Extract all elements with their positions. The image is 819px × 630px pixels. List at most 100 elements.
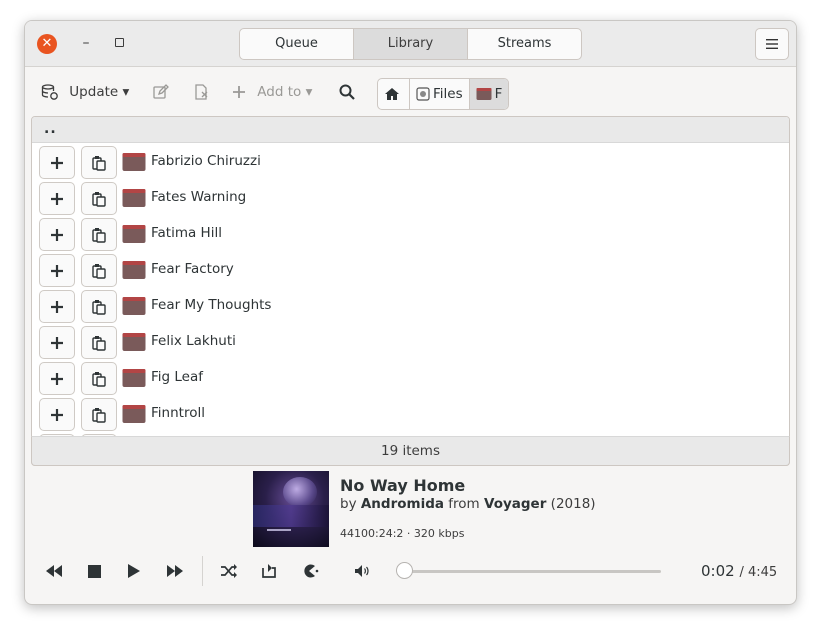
tab-library[interactable]: Library <box>354 29 468 59</box>
cover-planet-art <box>283 477 317 507</box>
replace-queue-icon <box>92 407 106 423</box>
tab-streams[interactable]: Streams <box>468 29 581 59</box>
folder-row[interactable]: Fates Warning <box>32 180 789 216</box>
plus-icon <box>51 300 63 313</box>
shuffle-button[interactable] <box>218 562 240 580</box>
search-button[interactable] <box>338 81 356 103</box>
folder-icon-wrap <box>122 260 146 284</box>
folder-icon <box>122 405 146 423</box>
replace-queue-button[interactable] <box>81 146 117 179</box>
replace-queue-button[interactable] <box>81 362 117 395</box>
track-title: No Way Home <box>340 476 466 495</box>
path-home-button[interactable] <box>378 79 410 109</box>
path-files-button[interactable]: Files <box>410 79 470 109</box>
replace-queue-button[interactable] <box>81 326 117 359</box>
stop-button[interactable] <box>83 562 105 580</box>
folder-icon <box>122 225 146 243</box>
folder-rows: Fabrizio Chiruzzi Fates Warning Fatima Hil… <box>32 144 789 442</box>
replace-queue-button[interactable] <box>81 182 117 215</box>
elapsed-time: 0:02 <box>701 562 735 580</box>
add-to-queue-button[interactable] <box>39 254 75 287</box>
track-year: (2018) <box>550 496 596 512</box>
main-menu-button[interactable] <box>755 28 789 60</box>
parent-directory-row[interactable]: .. <box>32 117 789 143</box>
plus-icon <box>51 192 63 205</box>
folder-row[interactable]: Fear My Thoughts <box>32 288 789 324</box>
add-to-queue-button[interactable] <box>39 218 75 251</box>
item-count: 19 items <box>380 443 440 459</box>
plus-icon <box>233 86 245 98</box>
repeat-button[interactable] <box>258 562 280 580</box>
drive-icon <box>416 87 430 101</box>
add-to-queue-button[interactable] <box>39 182 75 215</box>
folder-icon-wrap <box>122 224 146 248</box>
replace-queue-icon <box>92 335 106 351</box>
folder-row[interactable]: Fabrizio Chiruzzi <box>32 144 789 180</box>
replace-queue-button[interactable] <box>81 218 117 251</box>
plus-icon <box>51 156 63 169</box>
track-subtitle: by Andromida from Voyager (2018) <box>340 496 596 512</box>
edit-tags-button[interactable] <box>152 81 170 103</box>
folder-row[interactable]: Finntroll <box>32 396 789 432</box>
play-button[interactable] <box>123 562 145 580</box>
album-cover[interactable] <box>253 471 329 547</box>
close-window-button[interactable]: ✕ <box>37 34 57 54</box>
cover-nebula-art <box>253 505 329 527</box>
replace-queue-button[interactable] <box>81 290 117 323</box>
folder-list: .. Fabrizio Chiruzzi Fates Warning Fatima … <box>31 116 790 466</box>
volume-button[interactable] <box>351 562 373 580</box>
add-to-queue-button[interactable] <box>39 146 75 179</box>
shuffle-icon <box>221 564 237 578</box>
search-icon <box>339 84 355 100</box>
folder-icon <box>122 189 146 207</box>
minimize-window-button[interactable]: – <box>79 33 93 53</box>
consume-button[interactable] <box>299 562 321 580</box>
header-bar: ✕ – Queue Library Streams <box>25 21 796 67</box>
path-f-label: F <box>494 86 503 102</box>
plus-icon <box>51 228 63 241</box>
seek-handle[interactable] <box>396 562 413 579</box>
folder-row[interactable]: Fear Factory <box>32 252 789 288</box>
seek-bar[interactable] <box>401 570 661 573</box>
repeat-icon <box>262 564 276 578</box>
tab-queue[interactable]: Queue <box>240 29 354 59</box>
folder-icon-wrap <box>122 404 146 428</box>
maximize-window-button[interactable] <box>115 38 124 47</box>
replace-queue-icon <box>92 191 106 207</box>
replace-queue-icon <box>92 227 106 243</box>
folder-name: Felix Lakhuti <box>151 333 236 349</box>
replace-queue-button[interactable] <box>81 254 117 287</box>
folder-icon <box>122 333 146 351</box>
total-time: / 4:45 <box>739 565 778 580</box>
view-switcher: Queue Library Streams <box>239 28 582 60</box>
folder-name: Fatima Hill <box>151 225 222 241</box>
delete-button[interactable] <box>193 81 211 103</box>
folder-icon-wrap <box>122 188 146 212</box>
library-toolbar: Update ▾ Add to ▾ Files F <box>25 67 796 115</box>
folder-name: Fear My Thoughts <box>151 297 272 313</box>
plus-icon <box>51 372 63 385</box>
hamburger-menu-icon <box>766 39 778 49</box>
folder-row[interactable]: Fatima Hill <box>32 216 789 252</box>
add-to-queue-button[interactable] <box>39 290 75 323</box>
folder-row[interactable]: Felix Lakhuti <box>32 324 789 360</box>
folder-name: Fabrizio Chiruzzi <box>151 153 261 169</box>
add-to-queue-button[interactable] <box>39 362 75 395</box>
folder-icon <box>122 297 146 315</box>
replace-queue-button[interactable] <box>81 398 117 431</box>
folder-icon <box>122 369 146 387</box>
update-button[interactable]: Update ▾ <box>41 81 129 103</box>
path-f-button[interactable]: F <box>469 79 509 109</box>
volume-icon <box>355 565 369 577</box>
add-to-queue-button[interactable] <box>39 326 75 359</box>
add-to-queue-button[interactable] <box>39 398 75 431</box>
previous-button[interactable] <box>43 562 65 580</box>
folder-icon <box>122 153 146 171</box>
next-button[interactable] <box>164 562 186 580</box>
folder-row[interactable]: Fig Leaf <box>32 360 789 396</box>
folder-icon-wrap <box>122 368 146 392</box>
cover-text-band <box>267 529 291 531</box>
replace-queue-icon <box>92 299 106 315</box>
add-to-button[interactable]: Add to ▾ <box>231 81 312 103</box>
app-window: ✕ – Queue Library Streams Update ▾ Add t… <box>24 20 797 605</box>
